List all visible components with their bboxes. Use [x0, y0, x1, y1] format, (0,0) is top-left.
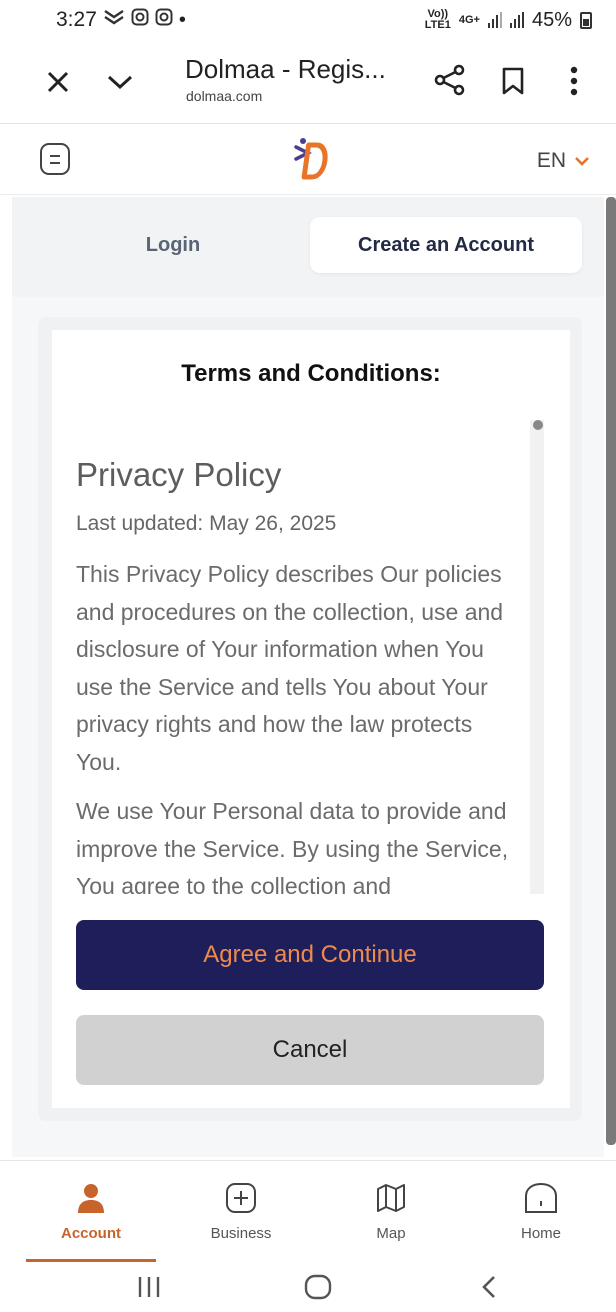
language-label: EN: [536, 149, 566, 172]
auth-tabs: Login Create an Account: [12, 197, 604, 297]
terms-scroll-area[interactable]: Privacy Policy Last updated: May 26, 202…: [76, 420, 546, 894]
nav-item-home[interactable]: Home: [481, 1181, 601, 1242]
nav-label: Map: [376, 1225, 406, 1242]
nav-item-map[interactable]: Map: [331, 1181, 451, 1242]
terms-card: Terms and Conditions: Privacy Policy Las…: [52, 330, 570, 1108]
nav-label: Account: [61, 1225, 121, 1242]
bookmark-icon[interactable]: [498, 64, 528, 98]
scrollbar-thumb[interactable]: [533, 420, 543, 430]
chevron-down-icon[interactable]: [104, 66, 136, 98]
network-type: 4G+: [458, 13, 480, 26]
tab-create-account[interactable]: Create an Account: [310, 217, 582, 273]
cancel-button[interactable]: Cancel: [76, 1015, 544, 1085]
signal-icon: [509, 12, 524, 28]
plus-square-icon: [224, 1181, 258, 1219]
agree-continue-button[interactable]: Agree and Continue: [76, 920, 544, 990]
battery-percent: 45%: [531, 8, 572, 31]
status-time: 3:27: [56, 8, 97, 31]
system-navigation-bar: [0, 1262, 616, 1312]
tab-login[interactable]: Login: [52, 217, 294, 273]
status-bar: 3:27 • Vo)) LTE1 4G+ 45%: [0, 0, 616, 40]
policy-title: Privacy Policy: [76, 456, 282, 493]
signal-icon: [487, 12, 502, 28]
chevron-down-icon: [574, 149, 590, 173]
notification-icon: [103, 8, 125, 32]
close-icon[interactable]: [42, 66, 74, 98]
app-header: EN: [0, 125, 616, 195]
share-icon[interactable]: [432, 62, 468, 98]
back-icon[interactable]: [474, 1272, 504, 1302]
policy-paragraph: We use Your Personal data to provide and…: [76, 798, 509, 894]
instagram-icon: [131, 8, 149, 32]
last-updated: Last updated: May 26, 2025: [76, 512, 337, 535]
instagram-icon: [155, 8, 173, 32]
volte-indicator: Vo)) LTE1: [424, 8, 451, 31]
language-selector[interactable]: EN: [537, 149, 590, 173]
home-button-icon[interactable]: [300, 1272, 336, 1302]
nav-label: Business: [210, 1225, 272, 1242]
terms-content: Privacy Policy Last updated: May 26, 202…: [76, 456, 516, 894]
nav-item-account[interactable]: Account: [31, 1181, 151, 1242]
page-title: Dolmaa - Regis...: [185, 54, 386, 84]
terms-scrollbar[interactable]: [530, 420, 544, 894]
dolmaa-logo[interactable]: [280, 135, 340, 185]
terms-heading: Terms and Conditions:: [181, 360, 441, 387]
policy-paragraph: This Privacy Policy describes Our polici…: [76, 561, 504, 775]
bottom-navigation: Account Business Map Home: [0, 1160, 616, 1262]
battery-icon: [580, 11, 592, 29]
menu-button[interactable]: [40, 143, 70, 175]
home-icon: [522, 1181, 560, 1219]
browser-toolbar: Dolmaa - Regis... dolmaa.com: [0, 40, 616, 124]
map-icon: [374, 1181, 408, 1219]
more-options-icon[interactable]: [562, 64, 586, 98]
dot-icon: •: [178, 8, 186, 31]
nav-label: Home: [520, 1225, 561, 1242]
page-scrollbar[interactable]: [606, 197, 616, 1145]
page-url: dolmaa.com: [186, 88, 263, 104]
nav-item-business[interactable]: Business: [181, 1181, 301, 1242]
recent-apps-icon[interactable]: [134, 1272, 164, 1302]
person-icon: [74, 1181, 108, 1219]
